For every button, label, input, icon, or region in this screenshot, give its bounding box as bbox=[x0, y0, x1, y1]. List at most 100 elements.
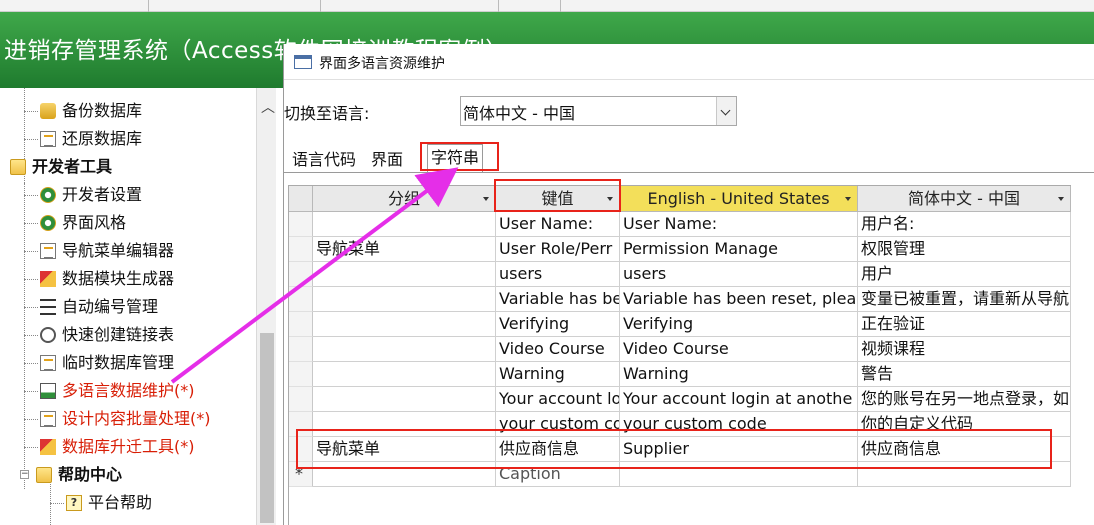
folder-icon bbox=[10, 159, 26, 175]
ribbon-strip bbox=[0, 0, 1094, 12]
annotation-box-key-column bbox=[494, 179, 621, 212]
switch-language-label: 切换至语言: bbox=[284, 104, 370, 123]
table-cell-group[interactable] bbox=[313, 287, 496, 312]
column-header-english[interactable]: English - United States bbox=[620, 186, 858, 212]
table-cell-key[interactable]: Verifying bbox=[496, 312, 620, 337]
tree-item-data-module-generator[interactable]: 数据模块生成器 bbox=[40, 266, 174, 292]
dialog-titlebar: 界面多语言资源维护 bbox=[284, 44, 1094, 80]
table-cell-group[interactable] bbox=[313, 337, 496, 362]
restore-icon bbox=[40, 131, 56, 147]
navigation-tree[interactable]: 备份数据库 还原数据库 开发者工具 开发者设置 界面风格 导航菜单编辑器 数据模… bbox=[0, 88, 256, 525]
strings-datasheet[interactable]: 分组 键值 English - United States 简体中文 - 中国 … bbox=[288, 185, 1071, 525]
tab-language-code[interactable]: 语言代码 bbox=[290, 148, 358, 172]
chevron-up-icon[interactable]: ︿ bbox=[261, 101, 275, 115]
table-cell-group[interactable] bbox=[313, 362, 496, 387]
tree-item-label: 数据库升迁工具(*) bbox=[62, 437, 195, 456]
select-all-corner[interactable] bbox=[289, 186, 313, 212]
row-selector[interactable] bbox=[289, 362, 313, 387]
table-cell-group[interactable] bbox=[313, 262, 496, 287]
annotation-box-new-row bbox=[296, 429, 1052, 469]
row-selector[interactable] bbox=[289, 262, 313, 287]
table-cell-key[interactable]: Video Course bbox=[496, 337, 620, 362]
tree-item-temp-database-management[interactable]: 临时数据库管理 bbox=[40, 350, 174, 376]
tree-item-label: 还原数据库 bbox=[62, 129, 143, 148]
table-cell-group[interactable] bbox=[313, 387, 496, 412]
row-selector[interactable] bbox=[289, 212, 313, 237]
column-header-chinese[interactable]: 简体中文 - 中国 bbox=[858, 186, 1071, 212]
tree-item-developer-tools[interactable]: 开发者工具 bbox=[10, 154, 112, 180]
chart-icon bbox=[40, 383, 56, 399]
scrollbar-thumb[interactable] bbox=[260, 333, 274, 523]
row-selector[interactable] bbox=[289, 337, 313, 362]
table-cell-en[interactable]: users bbox=[620, 262, 858, 287]
tree-item-label: 设计内容批量处理(*) bbox=[62, 409, 211, 428]
table-cell-zh[interactable]: 用户名: bbox=[858, 212, 1071, 237]
table-cell-group[interactable] bbox=[313, 312, 496, 337]
annotation-box-strings-tab bbox=[420, 142, 499, 171]
table-cell-en[interactable]: Warning bbox=[620, 362, 858, 387]
tree-item-database-upsizing-tool[interactable]: 数据库升迁工具(*) bbox=[40, 434, 195, 460]
row-selector[interactable] bbox=[289, 237, 313, 262]
column-header-label: 分组 bbox=[387, 189, 420, 208]
table-cell-key[interactable]: users bbox=[496, 262, 620, 287]
table-cell-zh[interactable]: 警告 bbox=[858, 362, 1071, 387]
tree-item-batch-design-processing[interactable]: 设计内容批量处理(*) bbox=[40, 406, 211, 432]
table-cell-group[interactable] bbox=[313, 212, 496, 237]
link-icon bbox=[40, 327, 56, 343]
table-cell-en[interactable]: Your account login at anothe bbox=[620, 387, 858, 412]
tree-item-platform-help[interactable]: ? 平台帮助 bbox=[66, 490, 152, 516]
tree-item-backup-database[interactable]: 备份数据库 bbox=[40, 98, 142, 124]
column-header-label: English - United States bbox=[647, 189, 830, 208]
gear-icon bbox=[40, 187, 56, 203]
table-cell-zh[interactable]: 权限管理 bbox=[858, 237, 1071, 262]
dropdown-arrow-icon[interactable] bbox=[483, 197, 489, 201]
tree-item-developer-settings[interactable]: 开发者设置 bbox=[40, 182, 142, 208]
dropdown-arrow-icon[interactable] bbox=[845, 197, 851, 201]
tree-item-multilanguage-maintenance[interactable]: 多语言数据维护(*) bbox=[40, 378, 195, 404]
table-cell-key[interactable]: User Name: bbox=[496, 212, 620, 237]
row-selector[interactable] bbox=[289, 287, 313, 312]
row-selector[interactable] bbox=[289, 312, 313, 337]
table-cell-en[interactable]: Permission Manage bbox=[620, 237, 858, 262]
table-cell-en[interactable]: Variable has been reset, plea bbox=[620, 287, 858, 312]
tree-item-help-center[interactable]: 帮助中心 bbox=[36, 462, 122, 488]
edit-icon bbox=[40, 411, 56, 427]
column-header-group[interactable]: 分组 bbox=[313, 186, 496, 212]
list-icon bbox=[40, 299, 56, 315]
edit-icon bbox=[40, 243, 56, 259]
table-cell-zh[interactable]: 视频课程 bbox=[858, 337, 1071, 362]
table-cell-zh[interactable]: 正在验证 bbox=[858, 312, 1071, 337]
table-cell-zh[interactable]: 您的账号在另一地点登录，如 bbox=[858, 387, 1071, 412]
table-cell-zh[interactable]: 变量已被重置，请重新从导航 bbox=[858, 287, 1071, 312]
tab-interface[interactable]: 界面 bbox=[369, 148, 405, 172]
table-cell-key[interactable]: Your account lo bbox=[496, 387, 620, 412]
tree-item-quick-linked-table[interactable]: 快速创建链接表 bbox=[40, 322, 174, 348]
palette-icon bbox=[40, 215, 56, 231]
tree-item-label: 开发者设置 bbox=[62, 185, 143, 204]
table-cell-en[interactable]: User Name: bbox=[620, 212, 858, 237]
table-cell-group[interactable]: 导航菜单 bbox=[313, 237, 496, 262]
tab-divider bbox=[284, 172, 1094, 173]
language-select[interactable]: 简体中文 - 中国 bbox=[460, 96, 737, 126]
tree-item-label: 多语言数据维护(*) bbox=[62, 381, 195, 400]
table-cell-en[interactable]: Verifying bbox=[620, 312, 858, 337]
tree-item-label: 数据模块生成器 bbox=[62, 269, 175, 288]
tree-item-autonumber-management[interactable]: 自动编号管理 bbox=[40, 294, 158, 320]
tree-item-nav-menu-editor[interactable]: 导航菜单编辑器 bbox=[40, 238, 174, 264]
tree-scrollbar[interactable]: ︿ bbox=[256, 88, 276, 525]
table-cell-key[interactable]: Warning bbox=[496, 362, 620, 387]
collapse-toggle[interactable]: − bbox=[20, 470, 29, 479]
tree-item-label: 导航菜单编辑器 bbox=[62, 241, 175, 260]
table-cell-key[interactable]: User Role/Perr bbox=[496, 237, 620, 262]
row-selector[interactable] bbox=[289, 387, 313, 412]
dialog-title: 界面多语言资源维护 bbox=[319, 56, 445, 72]
database-icon bbox=[40, 103, 56, 119]
chevron-down-icon[interactable] bbox=[716, 97, 736, 125]
table-cell-en[interactable]: Video Course bbox=[620, 337, 858, 362]
tree-item-restore-database[interactable]: 还原数据库 bbox=[40, 126, 142, 152]
dropdown-arrow-icon[interactable] bbox=[1058, 197, 1064, 201]
tree-item-ui-style[interactable]: 界面风格 bbox=[40, 210, 126, 236]
table-cell-key[interactable]: Variable has be bbox=[496, 287, 620, 312]
table-cell-zh[interactable]: 用户 bbox=[858, 262, 1071, 287]
tree-item-label: 临时数据库管理 bbox=[62, 353, 175, 372]
